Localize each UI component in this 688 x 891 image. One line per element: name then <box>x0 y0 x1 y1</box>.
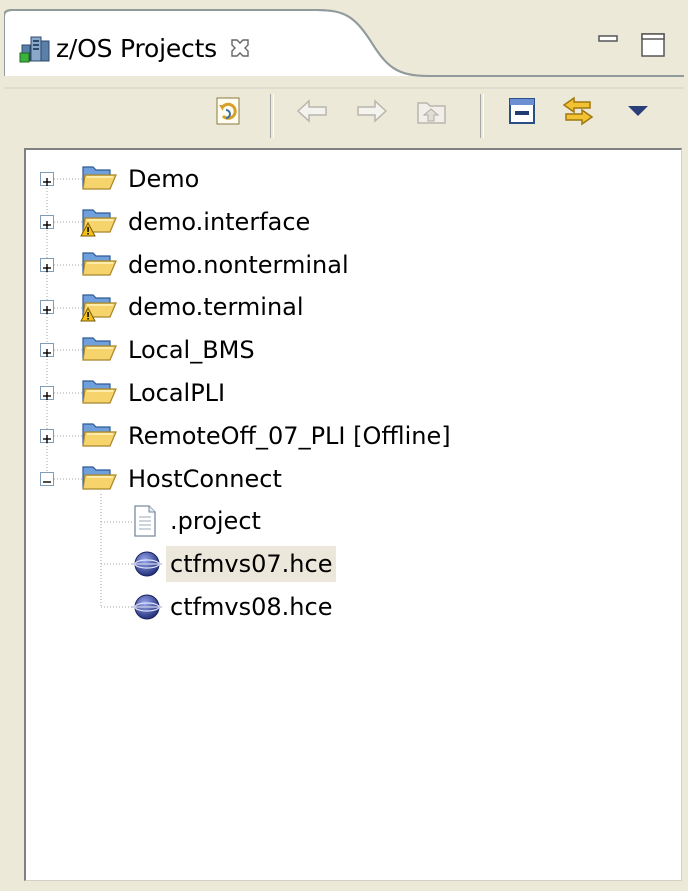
tree-item-label: demo.terminal <box>128 293 304 322</box>
tree-child-item[interactable]: .project <box>130 501 265 541</box>
tree-item-label: Demo <box>128 165 200 193</box>
collapse-all-button[interactable] <box>500 88 544 138</box>
expand-toggle[interactable] <box>40 172 54 186</box>
collapse-all-icon <box>505 94 539 132</box>
tree-project-item[interactable]: Demo <box>80 159 203 199</box>
up-folder-icon <box>415 95 449 131</box>
folder-icon <box>80 162 124 196</box>
minimize-icon[interactable] <box>596 32 620 60</box>
tree-item-label: Local_BMS <box>128 336 255 365</box>
projects-view: z/OS Projects Demo demo.interface demo.n… <box>4 4 684 887</box>
refresh-icon <box>211 94 245 132</box>
tree-item-label: HostConnect <box>128 464 282 493</box>
tree-project-item[interactable]: demo.nonterminal <box>80 245 353 285</box>
expand-toggle[interactable] <box>40 343 54 358</box>
expand-toggle[interactable] <box>40 386 54 400</box>
tree-item-label: .project <box>170 507 261 536</box>
tree-project-item[interactable]: demo.interface <box>80 202 314 242</box>
expand-toggle[interactable] <box>40 300 54 315</box>
expand-toggle[interactable] <box>40 257 54 272</box>
folder-warning-icon <box>80 290 124 324</box>
tree-child-item[interactable]: ctfmvs08.hce <box>130 587 336 627</box>
tree-item-label: ctfmvs08.hce <box>170 593 333 621</box>
tree-project-item[interactable]: Local_BMS <box>80 330 259 370</box>
back-button[interactable] <box>290 88 334 138</box>
view-menu-icon <box>626 103 650 123</box>
view-menu-button[interactable] <box>616 88 660 138</box>
up-button[interactable] <box>410 88 454 138</box>
globe-icon <box>130 590 166 624</box>
tree-project-item[interactable]: HostConnect <box>80 459 286 499</box>
view-title: z/OS Projects <box>56 33 217 63</box>
tree-item-label: demo.interface <box>128 207 311 236</box>
collapse-toggle[interactable] <box>40 471 54 486</box>
tree-project-item[interactable]: demo.terminal <box>80 287 308 327</box>
view-tab-strip: z/OS Projects <box>4 4 684 90</box>
link-with-editor-icon <box>560 94 596 132</box>
tree-item-label: LocalPLI <box>128 379 226 407</box>
close-icon[interactable] <box>229 37 251 59</box>
forward-arrow-icon <box>355 96 389 130</box>
maximize-icon[interactable] <box>640 32 666 62</box>
tree-project-item[interactable]: RemoteOff_07_PLI [Offline] <box>80 416 455 456</box>
folder-icon <box>80 419 124 453</box>
toolbar-separator <box>270 94 274 138</box>
expand-toggle[interactable] <box>40 428 54 443</box>
project-tree[interactable]: Demo demo.interface demo.nonterminal dem… <box>24 148 682 881</box>
zos-projects-icon <box>18 31 52 65</box>
expand-toggle[interactable] <box>40 214 54 229</box>
globe-icon <box>130 547 166 581</box>
forward-button[interactable] <box>350 88 394 138</box>
view-toolbar <box>4 88 684 146</box>
folder-icon <box>80 462 124 496</box>
tree-item-label: ctfmvs07.hce <box>166 546 337 583</box>
refresh-button[interactable] <box>206 88 250 138</box>
tree-project-item[interactable]: LocalPLI <box>80 373 229 413</box>
link-with-editor-button[interactable] <box>556 88 600 138</box>
folder-icon <box>80 376 124 410</box>
text-file-icon <box>130 504 166 538</box>
tree-item-label: demo.nonterminal <box>128 250 349 279</box>
tree-child-item[interactable]: ctfmvs07.hce <box>130 544 337 584</box>
back-arrow-icon <box>295 96 329 130</box>
folder-warning-icon <box>80 205 124 239</box>
toolbar-separator <box>480 94 484 138</box>
tab-zos-projects[interactable]: z/OS Projects <box>18 26 251 70</box>
folder-icon <box>80 333 124 367</box>
tree-item-label: RemoteOff_07_PLI [Offline] <box>128 421 451 450</box>
folder-icon <box>80 248 124 282</box>
